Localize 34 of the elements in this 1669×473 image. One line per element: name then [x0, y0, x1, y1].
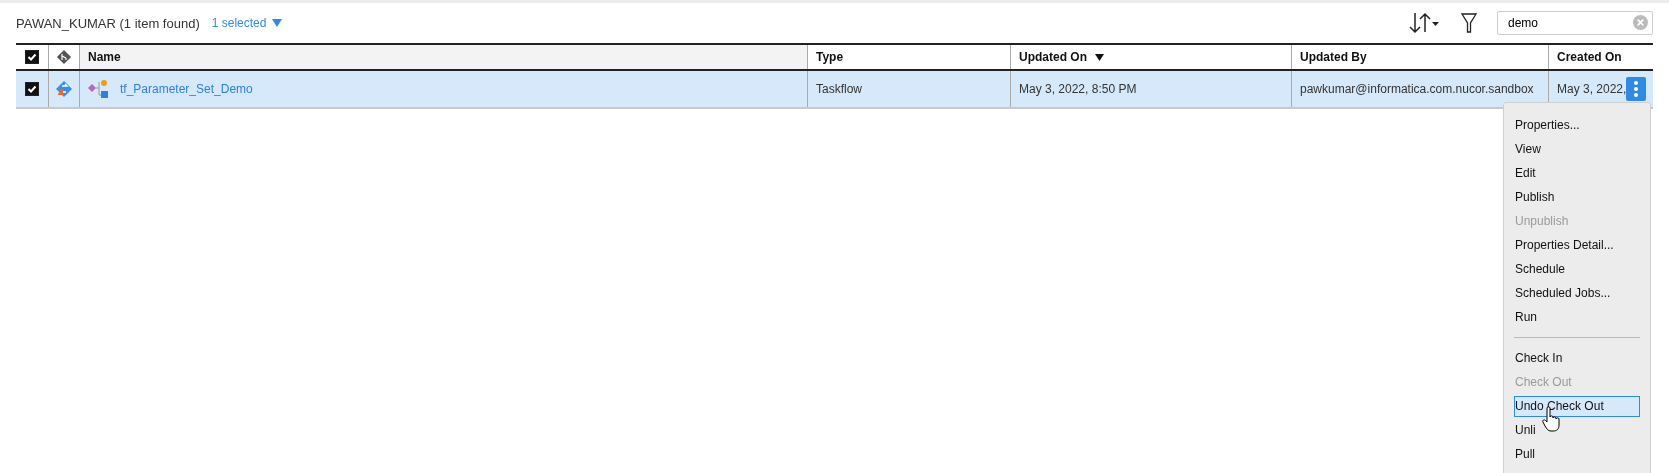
- select-all-checkbox[interactable]: [25, 50, 39, 64]
- column-header[interactable]: Updated On: [1019, 50, 1087, 64]
- menu-item[interactable]: Publish: [1514, 187, 1640, 208]
- column-header[interactable]: Type: [816, 50, 844, 64]
- menu-item[interactable]: Edit: [1514, 163, 1640, 184]
- search-field[interactable]: demo: [1497, 11, 1653, 35]
- kebab-icon: [1634, 81, 1639, 97]
- sort-icon[interactable]: [1409, 12, 1439, 34]
- menu-item[interactable]: Properties Detail...: [1514, 235, 1640, 256]
- menu-item[interactable]: Properties...: [1514, 115, 1640, 136]
- table-cell: Taskflow: [816, 82, 862, 96]
- taskflow-icon: [88, 79, 110, 99]
- more-actions-button[interactable]: [1626, 77, 1647, 101]
- menu-item[interactable]: Unli: [1514, 420, 1640, 441]
- column-header[interactable]: Name: [88, 50, 121, 64]
- table-cell: May 3, 2022, 8:50 PM: [1019, 82, 1137, 96]
- table-cell: pawkumar@informatica.com.nucor.sandbox: [1300, 82, 1534, 96]
- menu-item[interactable]: Check In: [1514, 348, 1640, 369]
- menu-item[interactable]: View: [1514, 139, 1640, 160]
- menu-item[interactable]: Schedule: [1514, 259, 1640, 280]
- column-header[interactable]: Created On: [1557, 50, 1622, 64]
- menu-item[interactable]: Pull: [1514, 444, 1640, 465]
- caret-icon: [272, 19, 283, 27]
- table-cell: May 3, 2022,: [1557, 82, 1627, 96]
- column-header[interactable]: Updated By: [1300, 50, 1367, 64]
- sync-icon: [55, 80, 73, 98]
- menu-item[interactable]: Run: [1514, 307, 1640, 328]
- row-checkbox[interactable]: [25, 82, 39, 96]
- menu-item[interactable]: Scheduled Jobs...: [1514, 283, 1640, 304]
- result-title: PAWAN_KUMAR (1 item found): [16, 15, 200, 31]
- menu-item[interactable]: Undo Check Out: [1514, 396, 1640, 417]
- table-row[interactable]: tf_Parameter_Set_Demo Taskflow May 3, 2022, 8:50 PM pawkumar@informatica.com.nucor.sandbox May 3, 2022,: [16, 71, 1653, 109]
- selection-dropdown[interactable]: 1 selected: [211, 16, 283, 30]
- filter-icon[interactable]: [1461, 12, 1477, 34]
